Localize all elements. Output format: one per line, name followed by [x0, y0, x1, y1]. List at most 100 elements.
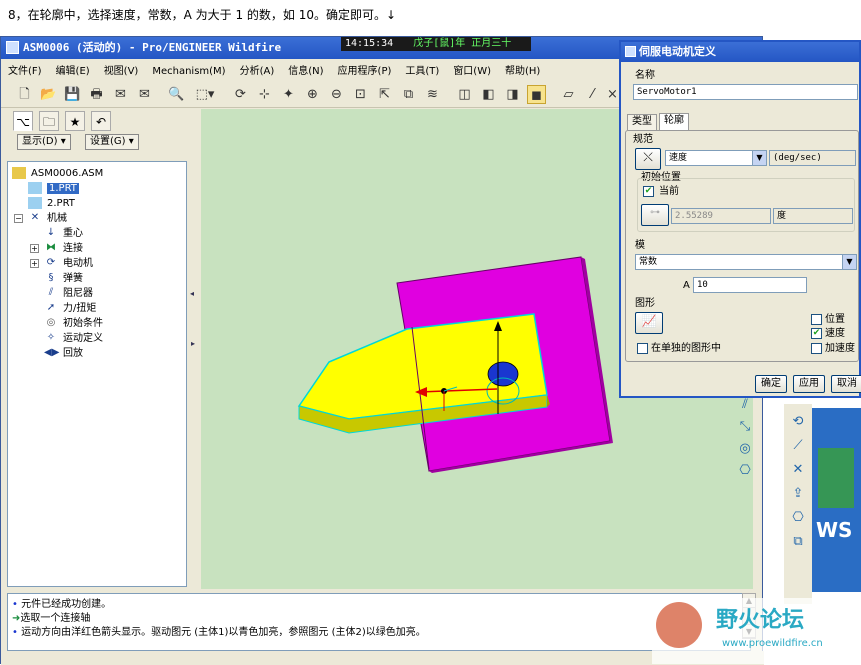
tree-item-label: ASM0006.ASM: [31, 168, 104, 179]
open-folder-icon[interactable]: 📂: [39, 85, 58, 104]
apply-button[interactable]: 应用: [793, 375, 825, 393]
initial-cond-tool-icon[interactable]: ◎: [735, 439, 755, 459]
layers-icon[interactable]: ≋: [423, 85, 442, 104]
tree-item[interactable]: ⟳ 电动机: [44, 256, 93, 271]
motor-axis-disc[interactable]: [487, 361, 519, 387]
tree-item[interactable]: ⧓ 连接: [44, 241, 83, 256]
tree-item-label: 重心: [63, 228, 83, 239]
zoom-in-icon[interactable]: ⊕: [303, 85, 322, 104]
acceleration-checkbox[interactable]: [811, 343, 822, 354]
favorites-tab-icon[interactable]: ★: [65, 111, 85, 131]
search-icon[interactable]: 🔍: [167, 85, 186, 104]
spec-type-icon[interactable]: ⤬: [635, 148, 661, 170]
tree-item[interactable]: ◎ 初始条件: [44, 316, 103, 331]
expand-toggle[interactable]: +: [30, 259, 39, 268]
tab-profile[interactable]: 轮廓: [659, 113, 689, 130]
menu-analysis[interactable]: 分析(A): [233, 63, 282, 81]
show-menu-button[interactable]: 显示(D) ▾: [17, 134, 71, 150]
datum-axis-display-icon[interactable]: ⁄: [583, 85, 602, 104]
connection-icon: ⧓: [46, 242, 56, 253]
cancel-button[interactable]: 取消: [831, 375, 861, 393]
current-checkbox[interactable]: ✔: [643, 186, 654, 197]
graph-icon[interactable]: 📈: [635, 312, 663, 334]
tree-item[interactable]: ✧ 运动定义: [44, 331, 103, 346]
datum-plane-icon[interactable]: ▱: [559, 85, 578, 104]
regenerate-icon[interactable]: ⟳: [231, 85, 250, 104]
menu-tools[interactable]: 工具(T): [398, 63, 446, 81]
tree-item[interactable]: ⫽ 阻尼器: [44, 286, 93, 301]
save-icon[interactable]: 💾: [63, 85, 82, 104]
collapse-left-icon[interactable]: ◂: [190, 289, 194, 298]
print-icon[interactable]: 🖶: [87, 85, 106, 104]
panel-splitter[interactable]: ◂ ▸: [187, 109, 201, 589]
velocity-label: 速度: [825, 328, 845, 339]
model-tree-tab-icon[interactable]: ⌥: [13, 111, 33, 131]
shading-icon[interactable]: ◼: [527, 85, 546, 104]
servo-motor-tool-icon[interactable]: ⟲: [788, 412, 808, 432]
force-tool-icon[interactable]: ⇪: [788, 484, 808, 504]
repaint-icon[interactable]: ✦: [279, 85, 298, 104]
saved-views-icon[interactable]: ⧉: [399, 85, 418, 104]
message-area: • 元件已经成功创建。 ➜选取一个连接轴 • 运动方向由洋红色箭头显示。驱动图元…: [7, 593, 751, 651]
module-select[interactable]: 常数 ▼: [635, 254, 857, 270]
spring-tool-icon[interactable]: ⟋: [788, 436, 808, 456]
spec-select[interactable]: 速度 ▼: [665, 150, 767, 166]
chevron-down-icon[interactable]: ▼: [752, 151, 766, 165]
tree-item[interactable]: ✕ 机械: [28, 211, 67, 226]
spring-tool-icon[interactable]: ⤡: [735, 417, 755, 437]
menu-info[interactable]: 信息(N): [281, 63, 330, 81]
datum-axis-icon[interactable]: ⊹: [255, 85, 274, 104]
folder-tab-icon[interactable]: 🗀: [39, 111, 59, 131]
chevron-down-icon[interactable]: ▼: [842, 255, 856, 269]
analysis-tool-icon[interactable]: ⎔: [788, 508, 808, 528]
expand-toggle[interactable]: +: [30, 244, 39, 253]
no-hidden-icon[interactable]: ◨: [503, 85, 522, 104]
zoom-out-icon[interactable]: ⊖: [327, 85, 346, 104]
menu-applications[interactable]: 应用程序(P): [331, 63, 399, 81]
joint-tool-icon[interactable]: ⫽: [735, 395, 755, 415]
menu-edit[interactable]: 编辑(E): [49, 63, 97, 81]
tree-item[interactable]: 1.PRT: [28, 181, 79, 196]
tree-item[interactable]: ASM0006.ASM: [12, 166, 103, 181]
menu-window[interactable]: 窗口(W): [446, 63, 498, 81]
hidden-line-icon[interactable]: ◧: [479, 85, 498, 104]
tree-item[interactable]: ➚ 力/扭矩: [44, 301, 97, 316]
motion-tool-icon[interactable]: ⎔: [735, 461, 755, 481]
email-link-icon[interactable]: ✉: [135, 85, 154, 104]
bullet-icon: •: [12, 599, 22, 610]
instruction-text: 8，在轮廓中，选择速度，常数，A 为大于 1 的数，如 10。确定即可。↓: [8, 8, 397, 22]
dialog-title: 伺服电动机定义: [639, 45, 716, 58]
select-box-icon[interactable]: ⬚▾: [191, 85, 219, 104]
menu-help[interactable]: 帮助(H): [498, 63, 547, 81]
acceleration-label: 加速度: [825, 343, 855, 354]
tab-type[interactable]: 类型: [627, 114, 657, 130]
menu-file[interactable]: 文件(F): [1, 63, 49, 81]
menu-mechanism[interactable]: Mechanism(M): [145, 63, 232, 81]
new-file-icon[interactable]: 🗋: [15, 85, 34, 104]
ok-button[interactable]: 确定: [755, 375, 787, 393]
damper-tool-icon[interactable]: ✕: [788, 460, 808, 480]
email-icon[interactable]: ✉: [111, 85, 130, 104]
zoom-fit-icon[interactable]: ⊡: [351, 85, 370, 104]
velocity-checkbox[interactable]: ✔: [811, 328, 822, 339]
name-field[interactable]: ServoMotor1: [633, 84, 858, 100]
tree-item[interactable]: § 弹簧: [44, 271, 84, 286]
expand-right-icon[interactable]: ▸: [191, 339, 195, 348]
tree-item[interactable]: ◀▶ 回放: [44, 346, 83, 361]
menu-view[interactable]: 视图(V): [97, 63, 146, 81]
watermark: 野火论坛 www.proewildfire.cn: [652, 598, 861, 664]
playback-tool-icon[interactable]: ⧉: [788, 532, 808, 552]
message-line: ➜选取一个连接轴: [12, 612, 90, 626]
orient-icon[interactable]: ⇱: [375, 85, 394, 104]
collapse-toggle[interactable]: −: [14, 214, 23, 223]
wireframe-icon[interactable]: ◫: [455, 85, 474, 104]
separate-graph-checkbox[interactable]: [637, 343, 648, 354]
settings-menu-button[interactable]: 设置(G) ▾: [85, 134, 139, 150]
part-icon: [28, 182, 42, 194]
tree-item[interactable]: ↓ 重心: [44, 226, 83, 241]
position-checkbox[interactable]: [811, 314, 822, 325]
tree-item[interactable]: 2.PRT: [28, 196, 75, 211]
part-icon: [28, 197, 42, 209]
a-value-field[interactable]: 10: [693, 277, 807, 293]
history-tab-icon[interactable]: ↶: [91, 111, 111, 131]
